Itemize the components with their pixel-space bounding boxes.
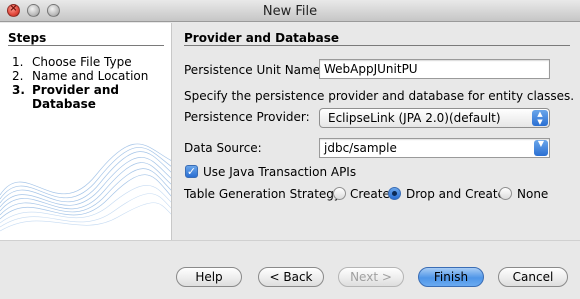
finish-button[interactable]: Finish — [418, 267, 484, 287]
step-item-name-and-location: 2. Name and Location — [12, 69, 162, 83]
help-button[interactable]: Help — [176, 267, 242, 287]
step-item-choose-file-type: 1. Choose File Type — [12, 55, 162, 69]
radio-drop-and-create-label[interactable]: Drop and Create — [406, 187, 505, 201]
step-label: Name and Location — [32, 69, 149, 83]
data-source-value: jdbc/sample — [324, 141, 397, 155]
steps-title: Steps — [8, 31, 47, 45]
step-item-provider-and-database: 3. Provider and Database — [12, 83, 162, 111]
radio-drop-and-create[interactable] — [388, 187, 401, 200]
persistence-description: Specify the persistence provider and dat… — [184, 89, 575, 103]
next-button[interactable]: Next > — [338, 267, 404, 287]
persistence-provider-value: EclipseLink (JPA 2.0)(default) — [328, 111, 501, 125]
section-title: Provider and Database — [184, 31, 339, 45]
checkmark-icon: ✓ — [186, 165, 197, 178]
window-title: New File — [262, 4, 318, 19]
persistence-provider-label: Persistence Provider: — [184, 110, 310, 124]
step-label: Provider and Database — [32, 83, 119, 111]
use-jta-checkbox[interactable]: ✓ — [185, 165, 198, 178]
up-down-arrows-icon: ▲ ▼ — [532, 110, 548, 126]
steps-panel: Steps 1. Choose File Type 2. Name and Lo… — [0, 23, 172, 240]
step-number: 1. — [12, 55, 24, 69]
section-divider — [184, 45, 570, 46]
persistence-unit-name-field[interactable]: WebAppJUnitPU — [319, 59, 550, 79]
step-number: 2. — [12, 69, 24, 83]
radio-none[interactable] — [499, 187, 512, 200]
persistence-provider-select[interactable]: EclipseLink (JPA 2.0)(default) ▲ ▼ — [319, 108, 550, 128]
decorative-wave-graphic — [0, 143, 171, 232]
use-jta-label[interactable]: Use Java Transaction APIs — [203, 165, 356, 179]
table-generation-label: Table Generation Strategy: — [184, 187, 345, 201]
data-source-label: Data Source: — [184, 141, 262, 155]
chevron-down-icon[interactable]: ▼ — [534, 140, 548, 156]
radio-none-label[interactable]: None — [517, 187, 548, 201]
persistence-unit-name-value: WebAppJUnitPU — [324, 62, 418, 76]
data-source-combo[interactable]: jdbc/sample ▼ — [319, 138, 550, 158]
steps-divider — [8, 45, 164, 46]
new-file-dialog: × New File Steps 1. Choose File Type 2. … — [0, 0, 580, 299]
step-number: 3. — [12, 83, 25, 97]
persistence-unit-name-label: Persistence Unit Name: — [184, 63, 325, 77]
wizard-content: Provider and Database Persistence Unit N… — [173, 23, 580, 240]
radio-create[interactable] — [333, 187, 346, 200]
radio-create-label[interactable]: Create — [350, 187, 390, 201]
button-bar: Help < Back Next > Finish Cancel — [0, 240, 580, 299]
cancel-button[interactable]: Cancel — [498, 267, 568, 287]
step-label: Choose File Type — [32, 55, 132, 69]
back-button[interactable]: < Back — [258, 267, 324, 287]
title-bar[interactable]: × New File — [0, 0, 580, 22]
steps-list: 1. Choose File Type 2. Name and Location… — [12, 55, 162, 111]
